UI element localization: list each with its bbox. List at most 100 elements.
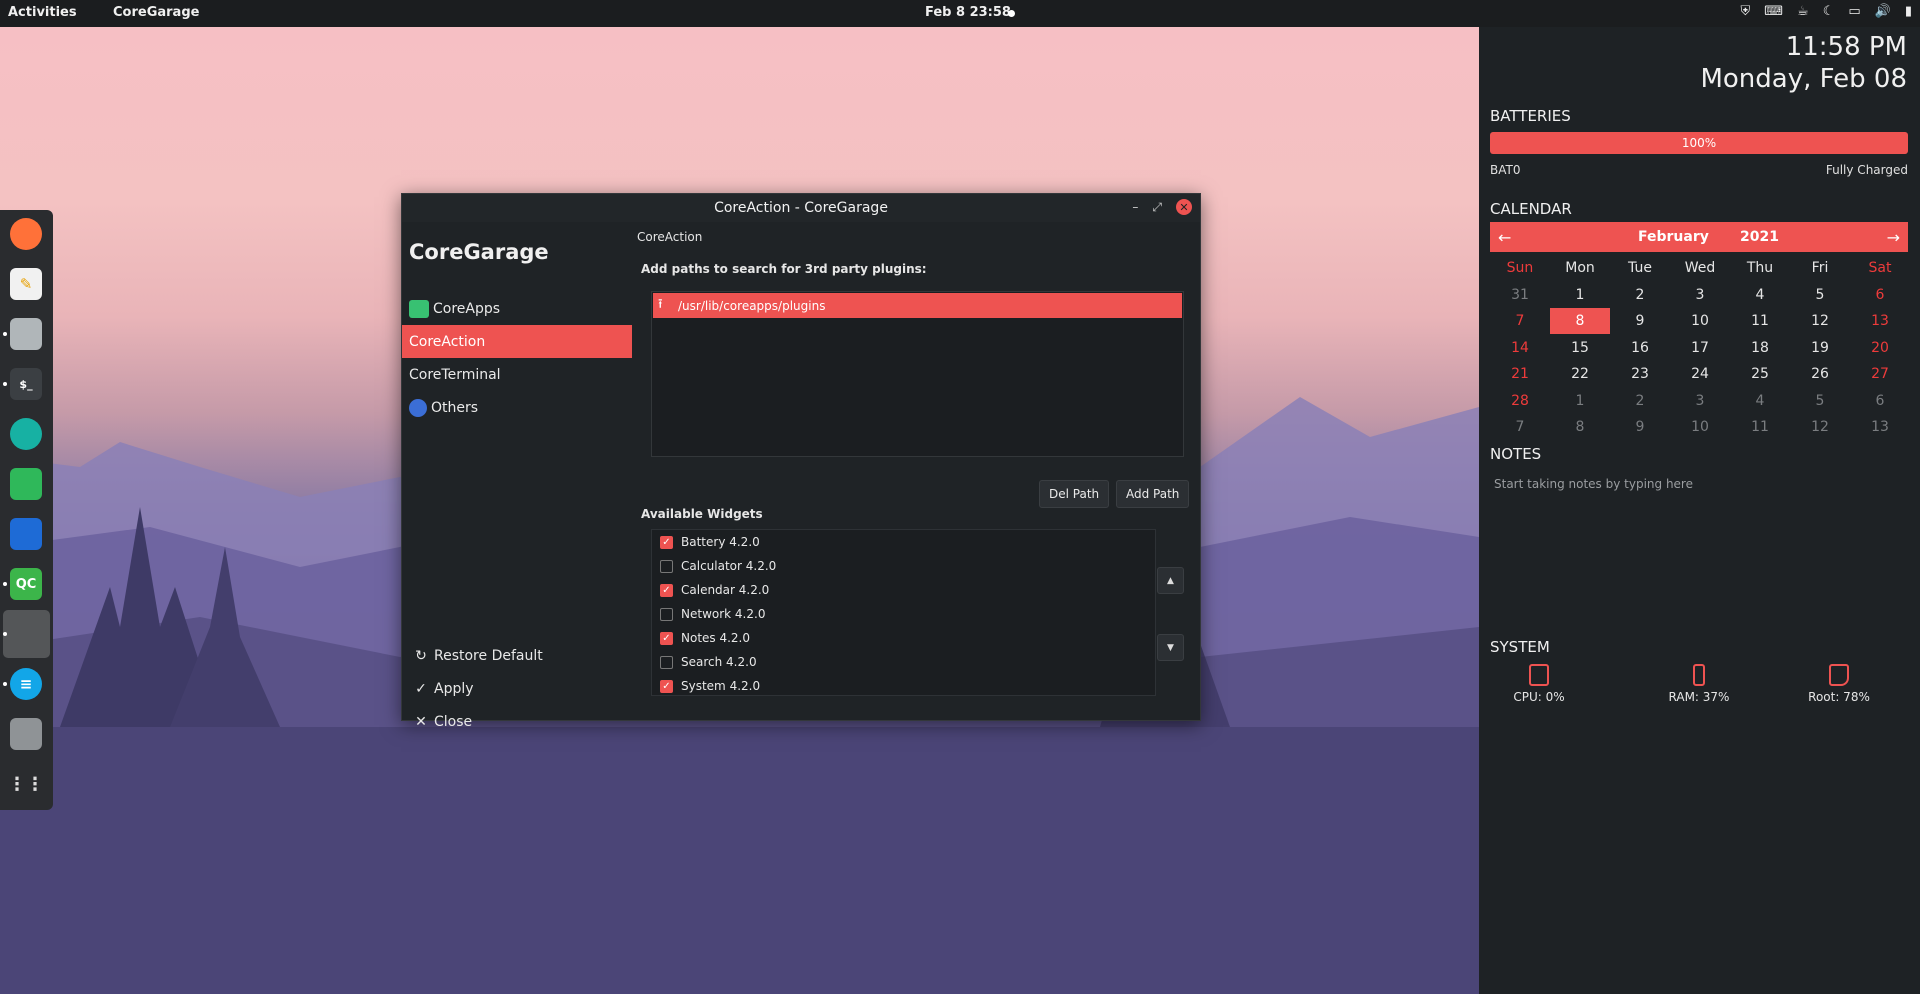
close-button[interactable]: ✕ Close: [412, 714, 472, 730]
trash-icon[interactable]: [10, 718, 42, 750]
calendar-grid[interactable]: Sun Mon Tue Wed Thu Fri Sat 31 1 2 3 4 5 6 7 8 9 10 11 12 13…: [1490, 255, 1908, 435]
next-month-icon[interactable]: →: [1887, 228, 1900, 247]
calendar-day[interactable]: 18: [1730, 335, 1790, 361]
calendar-day[interactable]: 17: [1670, 335, 1730, 361]
system-tray[interactable]: ⛨ ⌨ ☕ ☾ ▭ 🔊 ▮: [1741, 4, 1912, 19]
sidebar-item-coreterminal[interactable]: CoreTerminal: [402, 358, 632, 391]
checkbox[interactable]: ✓: [660, 535, 673, 549]
widget-row-calendar[interactable]: ✓ Calendar 4.2.0: [660, 580, 769, 600]
calendar-day[interactable]: 26: [1790, 361, 1850, 387]
calendar-day[interactable]: 3: [1670, 388, 1730, 414]
calendar-day[interactable]: 28: [1490, 388, 1550, 414]
apply-button[interactable]: ✓ Apply: [412, 681, 473, 697]
coreapps-icon[interactable]: ≡: [10, 668, 42, 700]
calendar-day[interactable]: 21: [1490, 361, 1550, 387]
calendar-day[interactable]: 11: [1730, 308, 1790, 334]
window-titlebar[interactable]: CoreAction - CoreGarage – ⤢ ✕: [402, 194, 1200, 222]
control-icon[interactable]: [10, 518, 42, 550]
calendar-day[interactable]: 20: [1850, 335, 1908, 361]
checkbox[interactable]: [660, 655, 673, 669]
text-editor-icon[interactable]: ✎: [10, 268, 42, 300]
moon-icon[interactable]: ☾: [1823, 4, 1835, 19]
del-path-button[interactable]: Del Path: [1039, 480, 1110, 508]
calendar-day[interactable]: 19: [1790, 335, 1850, 361]
calendar-day[interactable]: 7: [1490, 308, 1550, 334]
calendar-day[interactable]: 5: [1790, 282, 1850, 308]
calendar-day[interactable]: 16: [1610, 335, 1670, 361]
volume-icon[interactable]: 🔊: [1875, 4, 1891, 19]
files-icon[interactable]: [10, 468, 42, 500]
app-menu[interactable]: CoreGarage: [113, 5, 199, 20]
camera-icon[interactable]: [10, 418, 42, 450]
calendar-day[interactable]: 9: [1610, 308, 1670, 334]
calendar-day[interactable]: 23: [1610, 361, 1670, 387]
top-clock[interactable]: Feb 8 23:58: [925, 5, 1011, 20]
cup-icon[interactable]: ☕: [1797, 4, 1809, 19]
calendar-day[interactable]: 8: [1550, 414, 1610, 435]
close-window-button[interactable]: ✕: [1176, 199, 1192, 215]
calendar-day[interactable]: 22: [1550, 361, 1610, 387]
list-item[interactable]: ⭱ /usr/lib/coreapps/plugins: [653, 293, 1182, 318]
restore-default-button[interactable]: ↻ Restore Default: [412, 648, 543, 664]
calendar-day[interactable]: 1: [1550, 282, 1610, 308]
checkbox[interactable]: [660, 559, 673, 573]
plugin-path-list[interactable]: ⭱ /usr/lib/coreapps/plugins: [651, 291, 1184, 457]
calendar-day[interactable]: 11: [1730, 414, 1790, 435]
widget-row-battery[interactable]: ✓ Battery 4.2.0: [660, 532, 760, 552]
calendar-day[interactable]: 12: [1790, 308, 1850, 334]
calendar-day[interactable]: 27: [1850, 361, 1908, 387]
widget-row-calculator[interactable]: Calculator 4.2.0: [660, 556, 776, 576]
terminal-icon[interactable]: $_: [10, 368, 42, 400]
widget-row-search[interactable]: Search 4.2.0: [660, 652, 757, 672]
checkbox[interactable]: [660, 607, 673, 621]
calendar-day[interactable]: 1: [1550, 388, 1610, 414]
widget-row-system[interactable]: ✓ System 4.2.0: [660, 676, 760, 696]
checkbox[interactable]: ✓: [660, 583, 673, 597]
calendar-day[interactable]: 24: [1670, 361, 1730, 387]
notes-input[interactable]: Start taking notes by typing here: [1494, 477, 1693, 491]
activities-button[interactable]: Activities: [8, 5, 77, 20]
battery-icon[interactable]: ▮: [1905, 4, 1912, 19]
qc-icon[interactable]: QC: [10, 568, 42, 600]
sidebar-item-others[interactable]: Others: [402, 391, 632, 424]
calendar-month[interactable]: February: [1638, 229, 1709, 245]
sidebar-item-coreapps[interactable]: CoreApps: [402, 292, 632, 325]
calendar-day[interactable]: 14: [1490, 335, 1550, 361]
move-up-button[interactable]: ▲: [1157, 567, 1184, 594]
move-down-button[interactable]: ▼: [1157, 634, 1184, 661]
calendar-day[interactable]: 25: [1730, 361, 1790, 387]
maximize-icon[interactable]: ⤢: [1152, 200, 1162, 215]
sidebar-item-coreaction[interactable]: CoreAction: [402, 325, 632, 358]
calendar-day[interactable]: 4: [1730, 282, 1790, 308]
add-path-button[interactable]: Add Path: [1116, 480, 1190, 508]
calendar-day[interactable]: 6: [1850, 388, 1908, 414]
calendar-day[interactable]: 3: [1670, 282, 1730, 308]
keyboard-icon[interactable]: ⌨: [1764, 4, 1783, 19]
widget-row-network[interactable]: Network 4.2.0: [660, 604, 765, 624]
calendar-day[interactable]: 2: [1610, 282, 1670, 308]
checkbox[interactable]: ✓: [660, 679, 673, 693]
calendar-day[interactable]: 7: [1490, 414, 1550, 435]
calendar-day[interactable]: 6: [1850, 282, 1908, 308]
minimize-icon[interactable]: –: [1132, 200, 1138, 214]
file-cabinet-icon[interactable]: [10, 318, 42, 350]
calendar-day[interactable]: 12: [1790, 414, 1850, 435]
calendar-day[interactable]: 9: [1610, 414, 1670, 435]
app-grid-icon[interactable]: ⋮⋮: [8, 768, 44, 800]
firefox-icon[interactable]: [10, 218, 42, 250]
calendar-day[interactable]: 5: [1790, 388, 1850, 414]
shield-icon[interactable]: ⛨: [1741, 4, 1751, 19]
calendar-day[interactable]: 2: [1610, 388, 1670, 414]
screen-icon[interactable]: ▭: [1848, 4, 1860, 19]
widget-list[interactable]: ✓ Battery 4.2.0 Calculator 4.2.0 ✓ Calen…: [651, 529, 1156, 696]
calendar-day[interactable]: 10: [1670, 414, 1730, 435]
calendar-day[interactable]: 13: [1850, 414, 1908, 435]
calendar-day[interactable]: 4: [1730, 388, 1790, 414]
calendar-day[interactable]: 31: [1490, 282, 1550, 308]
calendar-year[interactable]: 2021: [1740, 229, 1779, 245]
prev-month-icon[interactable]: ←: [1498, 228, 1511, 247]
calendar-day[interactable]: 13: [1850, 308, 1908, 334]
widget-row-notes[interactable]: ✓ Notes 4.2.0: [660, 628, 750, 648]
calendar-day[interactable]: 8: [1550, 308, 1610, 334]
checkbox[interactable]: ✓: [660, 631, 673, 645]
